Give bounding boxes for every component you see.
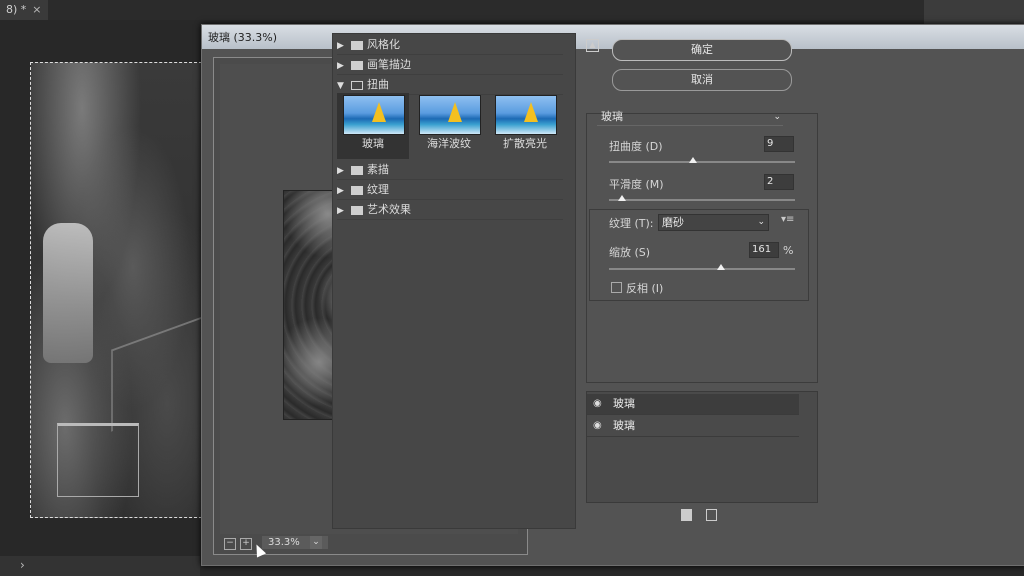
- document-tab[interactable]: 8) * ×: [0, 0, 48, 20]
- dialog-title: 玻璃 (33.3%): [208, 31, 278, 44]
- folder-icon: [351, 165, 363, 175]
- scaling-slider-handle[interactable]: [716, 264, 725, 270]
- texture-select-value: 磨砂: [662, 216, 684, 229]
- chevron-down-icon[interactable]: ⌄: [310, 536, 322, 549]
- category-sketch[interactable]: ▶ 素描: [337, 161, 563, 180]
- filter-select[interactable]: 玻璃 ⌄: [597, 109, 783, 126]
- category-label: 风格化: [367, 38, 400, 51]
- chevron-right-icon: ▶: [337, 206, 344, 216]
- chevron-down-icon: ⌄: [773, 112, 781, 122]
- filter-thumb-label: 玻璃: [362, 137, 384, 150]
- status-bar: [0, 556, 200, 576]
- distort-filter-thumbnails: 玻璃 海洋波纹 扩散亮光: [337, 93, 563, 161]
- document-canvas-image[interactable]: [30, 62, 202, 518]
- sailboat-thumbnail-image: [495, 95, 557, 135]
- sail-icon: [448, 102, 462, 122]
- sailboat-thumbnail-image: [343, 95, 405, 135]
- chevron-right-icon: ▶: [337, 41, 344, 51]
- distortion-slider-track[interactable]: [609, 161, 795, 163]
- close-icon[interactable]: ×: [32, 3, 41, 16]
- folder-icon: [351, 205, 363, 215]
- folder-open-icon: [351, 80, 363, 90]
- folder-icon: [351, 60, 363, 70]
- cancel-button[interactable]: 取消: [612, 69, 792, 91]
- eye-icon[interactable]: ◉: [593, 394, 602, 414]
- scaling-slider-track[interactable]: [609, 268, 795, 270]
- category-label: 扭曲: [367, 78, 389, 91]
- chevron-right-icon: ▶: [337, 166, 344, 176]
- category-artistic[interactable]: ▶ 艺术效果: [337, 201, 563, 220]
- trash-icon[interactable]: [706, 509, 717, 521]
- filter-thumb-diffuse-glow[interactable]: 扩散亮光: [489, 93, 561, 159]
- texture-select[interactable]: 磨砂 ⌄: [658, 214, 769, 231]
- chevron-right-icon: ▶: [337, 186, 344, 196]
- texture-menu-icon[interactable]: ▾≡: [781, 214, 794, 225]
- effect-layer-label: 玻璃: [613, 419, 635, 432]
- effect-layers-panel: ◉ 玻璃 ◉ 玻璃: [586, 391, 818, 503]
- collapse-icon[interactable]: ▲: [586, 39, 599, 52]
- mannequin-dress-image: [43, 223, 93, 363]
- sailboat-thumbnail-image: [419, 95, 481, 135]
- filter-thumb-label: 海洋波纹: [427, 137, 471, 150]
- zoom-out-button[interactable]: −: [224, 538, 236, 550]
- distortion-value-field[interactable]: 9: [764, 136, 794, 152]
- smoothness-slider-handle[interactable]: [618, 195, 627, 201]
- filter-thumb-ocean-ripple[interactable]: 海洋波纹: [413, 93, 485, 159]
- table-image: [57, 423, 139, 497]
- filter-thumb-label: 扩散亮光: [503, 137, 547, 150]
- category-texture[interactable]: ▶ 纹理: [337, 181, 563, 200]
- category-label: 素描: [367, 163, 389, 176]
- new-effect-layer-icon[interactable]: [681, 509, 692, 521]
- smoothness-slider-track[interactable]: [609, 199, 795, 201]
- chevron-right-icon: ▶: [337, 61, 344, 71]
- ok-button[interactable]: 确定: [612, 39, 792, 61]
- zoom-bar: − + 33.3% ⌄: [220, 536, 518, 550]
- scaling-value-field[interactable]: 161: [749, 242, 779, 258]
- invert-label: 反相 (I): [626, 282, 664, 295]
- document-tab-bar: [0, 0, 1024, 20]
- zoom-in-button[interactable]: +: [240, 538, 252, 550]
- document-tab-label: 8) *: [6, 3, 27, 16]
- distortion-label: 扭曲度 (D): [609, 140, 663, 153]
- filter-select-value: 玻璃: [601, 110, 623, 123]
- distortion-slider-handle[interactable]: [688, 157, 697, 163]
- effect-layer[interactable]: ◉ 玻璃: [587, 416, 799, 437]
- smoothness-value-field[interactable]: 2: [764, 174, 794, 190]
- smoothness-label: 平滑度 (M): [609, 178, 664, 191]
- texture-label: 纹理 (T):: [607, 215, 656, 231]
- effect-layer[interactable]: ◉ 玻璃: [587, 394, 799, 415]
- invert-checkbox[interactable]: [611, 282, 622, 293]
- effect-layer-label: 玻璃: [613, 397, 635, 410]
- category-label: 纹理: [367, 183, 389, 196]
- filter-gallery-dialog: 玻璃 (33.3%) − + 33.3% ⌄ ▶ 风格化 ▶ 画笔描边 ▼ 扭曲 玻璃: [201, 24, 1024, 566]
- sail-icon: [524, 102, 538, 122]
- category-brush-strokes[interactable]: ▶ 画笔描边: [337, 56, 563, 75]
- category-label: 画笔描边: [367, 58, 411, 71]
- scaling-label: 缩放 (S): [609, 246, 651, 259]
- category-label: 艺术效果: [367, 203, 411, 216]
- chevron-down-icon: ⌄: [757, 217, 765, 227]
- eye-icon[interactable]: ◉: [593, 416, 602, 436]
- stairs-image: [111, 316, 201, 432]
- chevron-right-icon[interactable]: ›: [20, 558, 25, 572]
- panel-header-controls: [924, 0, 1024, 24]
- filter-thumb-glass[interactable]: 玻璃: [337, 93, 409, 159]
- filter-category-panel: ▶ 风格化 ▶ 画笔描边 ▼ 扭曲 玻璃 海洋波纹 扩散亮光 ▶ 素描 ▶ 纹理…: [332, 33, 576, 529]
- category-stylize[interactable]: ▶ 风格化: [337, 36, 563, 55]
- folder-icon: [351, 185, 363, 195]
- scaling-unit: %: [783, 244, 794, 257]
- sail-icon: [372, 102, 386, 122]
- folder-icon: [351, 40, 363, 50]
